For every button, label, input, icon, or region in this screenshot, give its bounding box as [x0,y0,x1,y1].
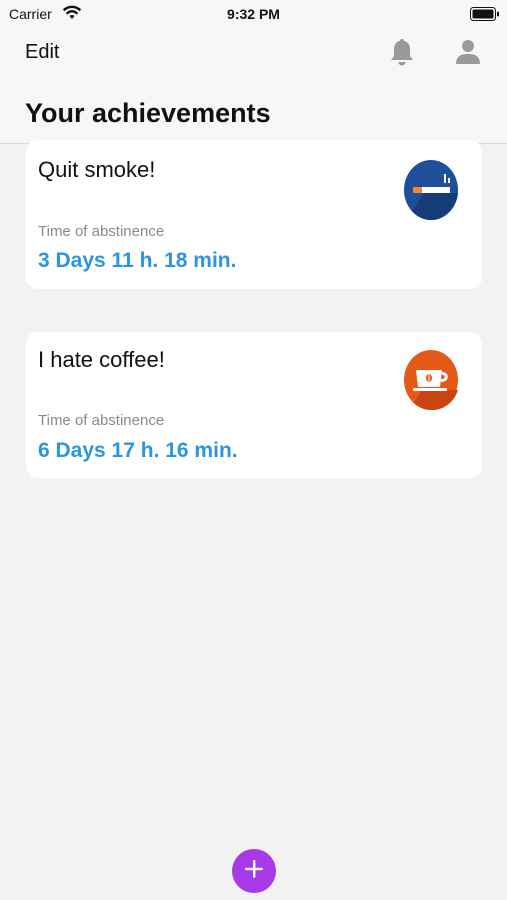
achievement-card[interactable]: I hate coffee! Time of abstinence 6 Days… [26,332,482,478]
bell-icon[interactable] [388,37,416,72]
cigarette-icon [404,160,458,221]
profile-icon[interactable] [456,39,480,70]
achievement-card[interactable]: Quit smoke! Time of abstinence 3 Days 11… [26,140,482,289]
plus-icon [243,858,265,885]
abstinence-duration: 6 Days 17 h. 16 min. [38,439,238,462]
abstinence-label: Time of abstinence [38,412,165,429]
page-title: Your achievements [25,98,271,128]
navigation-header: Edit Your achievements [0,28,507,144]
coffee-cup-icon [404,350,458,411]
clock-time: 9:32 PM [227,6,280,22]
battery-icon [470,7,500,26]
status-bar: Carrier 9:32 PM [0,0,507,28]
add-achievement-button[interactable] [232,849,276,893]
achievement-title: I hate coffee! [38,347,165,372]
edit-button[interactable]: Edit [25,41,59,64]
abstinence-label: Time of abstinence [38,223,165,240]
achievement-title: Quit smoke! [38,157,156,182]
abstinence-duration: 3 Days 11 h. 18 min. [38,249,237,272]
